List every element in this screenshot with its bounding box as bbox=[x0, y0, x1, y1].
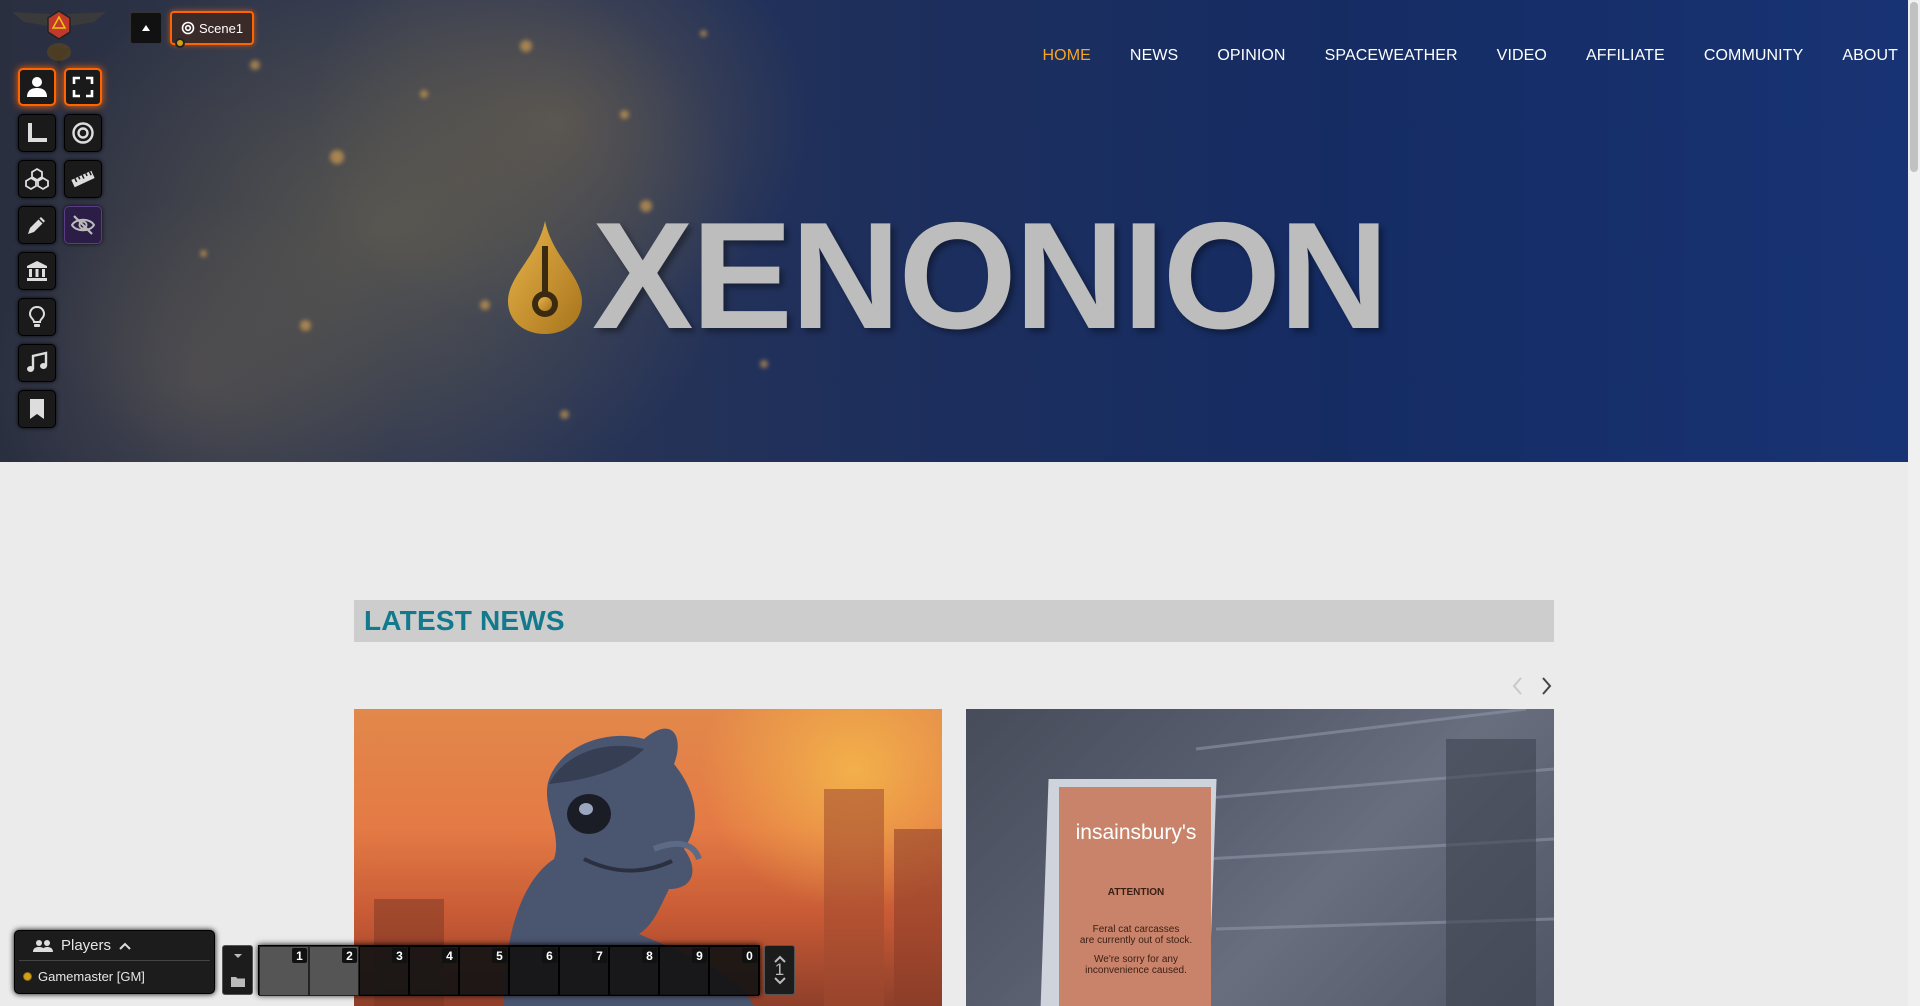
token-controls-button[interactable] bbox=[18, 68, 56, 106]
macro-key-label: 8 bbox=[642, 948, 657, 963]
site-logo-text: XENONION bbox=[592, 191, 1389, 361]
target-controls-button[interactable] bbox=[64, 114, 102, 152]
sign-heading: ATTENTION bbox=[1107, 887, 1165, 898]
scene-tab[interactable]: Scene1 bbox=[170, 11, 255, 48]
macro-slot-0[interactable]: 0 bbox=[709, 946, 759, 996]
folder-icon[interactable] bbox=[231, 976, 245, 987]
bullseye-icon bbox=[181, 21, 195, 35]
hotbar-directory-controls bbox=[222, 945, 253, 995]
macro-key-label: 4 bbox=[442, 948, 457, 963]
ruler-icon bbox=[71, 170, 95, 188]
nav-affiliate[interactable]: AFFILIATE bbox=[1586, 47, 1665, 65]
nav-about[interactable]: ABOUT bbox=[1842, 47, 1898, 65]
macro-key-label: 1 bbox=[292, 948, 307, 963]
music-icon bbox=[27, 351, 48, 372]
logo-drop-icon bbox=[508, 221, 582, 334]
sound-controls-button[interactable] bbox=[18, 344, 56, 382]
lighting-controls-button[interactable] bbox=[18, 298, 56, 336]
macro-slot-3[interactable]: 3 bbox=[359, 946, 409, 996]
latest-news-title: LATEST NEWS bbox=[364, 605, 565, 636]
sign-line-4: inconvenience caused. bbox=[1085, 965, 1187, 976]
tile-controls-button[interactable] bbox=[18, 160, 56, 198]
site-navigation: HOME NEWS OPINION SPACEWEATHER VIDEO AFF… bbox=[1004, 47, 1898, 65]
fullscreen-button[interactable] bbox=[64, 68, 102, 106]
empty-shelves-image bbox=[966, 709, 1554, 1006]
target-icon bbox=[72, 122, 94, 144]
nav-news[interactable]: NEWS bbox=[1130, 47, 1178, 65]
measure-controls-button[interactable] bbox=[18, 114, 56, 152]
players-title: Players bbox=[61, 937, 112, 954]
macro-key-label: 9 bbox=[692, 948, 707, 963]
sign-brand: insainsbury's bbox=[1075, 821, 1197, 844]
player-presence-dot bbox=[175, 38, 185, 48]
macro-key-label: 5 bbox=[492, 948, 507, 963]
caret-down-icon[interactable] bbox=[233, 953, 243, 959]
macro-key-label: 2 bbox=[342, 948, 357, 963]
bookmark-icon bbox=[30, 399, 44, 419]
macro-slot-1[interactable]: 1 bbox=[259, 946, 309, 996]
latest-news-header: LATEST NEWS bbox=[354, 600, 1554, 642]
nav-spaceweather[interactable]: SPACEWEATHER bbox=[1325, 47, 1458, 65]
token-user-icon bbox=[27, 77, 47, 97]
landmark-icon bbox=[27, 261, 47, 281]
shelf-sign: insainsbury's ATTENTION Feral cat carcas… bbox=[1062, 791, 1210, 976]
carousel-next-icon[interactable] bbox=[1536, 675, 1556, 697]
lightbulb-icon bbox=[28, 305, 46, 327]
chevron-down-icon[interactable] bbox=[773, 977, 786, 985]
pencil-draw-icon bbox=[28, 217, 45, 234]
caret-up-icon bbox=[142, 25, 150, 31]
macro-slot-4[interactable]: 4 bbox=[409, 946, 459, 996]
nav-community[interactable]: COMMUNITY bbox=[1704, 47, 1804, 65]
hero-banner: XENONION HOME NEWS OPINION SPACEWEATHER … bbox=[0, 0, 1908, 462]
site-logo[interactable]: XENONION bbox=[500, 200, 1389, 352]
eye-slash-icon bbox=[71, 215, 95, 235]
page-scrollbar[interactable] bbox=[1908, 0, 1920, 1006]
ruler-measure-icon bbox=[28, 123, 47, 142]
carousel-prev-icon[interactable] bbox=[1508, 675, 1528, 697]
macro-key-label: 0 bbox=[742, 948, 757, 963]
hotbar-page-number: 1 bbox=[774, 960, 785, 979]
hotbar-page-controls: 1 bbox=[764, 945, 795, 995]
drawing-controls-button[interactable] bbox=[18, 206, 56, 244]
chevron-up-icon bbox=[119, 942, 131, 950]
players-panel: Players Gamemaster [GM] bbox=[14, 930, 215, 994]
player-entry[interactable]: Gamemaster [GM] bbox=[15, 961, 214, 991]
macro-slot-6[interactable]: 6 bbox=[509, 946, 559, 996]
walls-controls-button[interactable] bbox=[18, 252, 56, 290]
sign-line-3: We're sorry for any bbox=[1094, 954, 1178, 965]
scrollbar-thumb[interactable] bbox=[1910, 2, 1918, 172]
news-card-shelves[interactable]: insainsbury's ATTENTION Feral cat carcas… bbox=[966, 709, 1554, 1006]
macro-slot-5[interactable]: 5 bbox=[459, 946, 509, 996]
players-toggle[interactable]: Players bbox=[19, 931, 210, 961]
ruler-controls-button[interactable] bbox=[64, 160, 102, 198]
sign-line-1: Feral cat carcasses bbox=[1092, 924, 1180, 935]
player-color-dot bbox=[23, 971, 32, 981]
nav-opinion[interactable]: OPINION bbox=[1217, 47, 1285, 65]
macro-slot-2[interactable]: 2 bbox=[309, 946, 359, 996]
macro-key-label: 7 bbox=[592, 948, 607, 963]
sign-line-2: are currently out of stock. bbox=[1079, 935, 1193, 946]
fullscreen-icon bbox=[72, 76, 94, 98]
notes-controls-button[interactable] bbox=[18, 390, 56, 428]
scene-nav-toggle-button[interactable] bbox=[130, 12, 162, 44]
nav-video[interactable]: VIDEO bbox=[1497, 47, 1547, 65]
users-icon bbox=[33, 939, 53, 952]
vtt-logo-icon[interactable] bbox=[10, 8, 108, 66]
macro-slot-8[interactable]: 8 bbox=[609, 946, 659, 996]
macro-hotbar: 1 2 3 4 5 6 7 8 9 0 bbox=[258, 945, 760, 996]
tiles-cubes-icon bbox=[25, 167, 49, 191]
macro-slot-9[interactable]: 9 bbox=[659, 946, 709, 996]
player-name: Gamemaster [GM] bbox=[38, 968, 145, 984]
macro-slot-7[interactable]: 7 bbox=[559, 946, 609, 996]
nav-home[interactable]: HOME bbox=[1043, 47, 1091, 65]
vision-controls-button[interactable] bbox=[64, 206, 102, 244]
macro-key-label: 3 bbox=[392, 948, 407, 963]
scene-tab-label: Scene1 bbox=[199, 20, 244, 36]
macro-key-label: 6 bbox=[542, 948, 557, 963]
